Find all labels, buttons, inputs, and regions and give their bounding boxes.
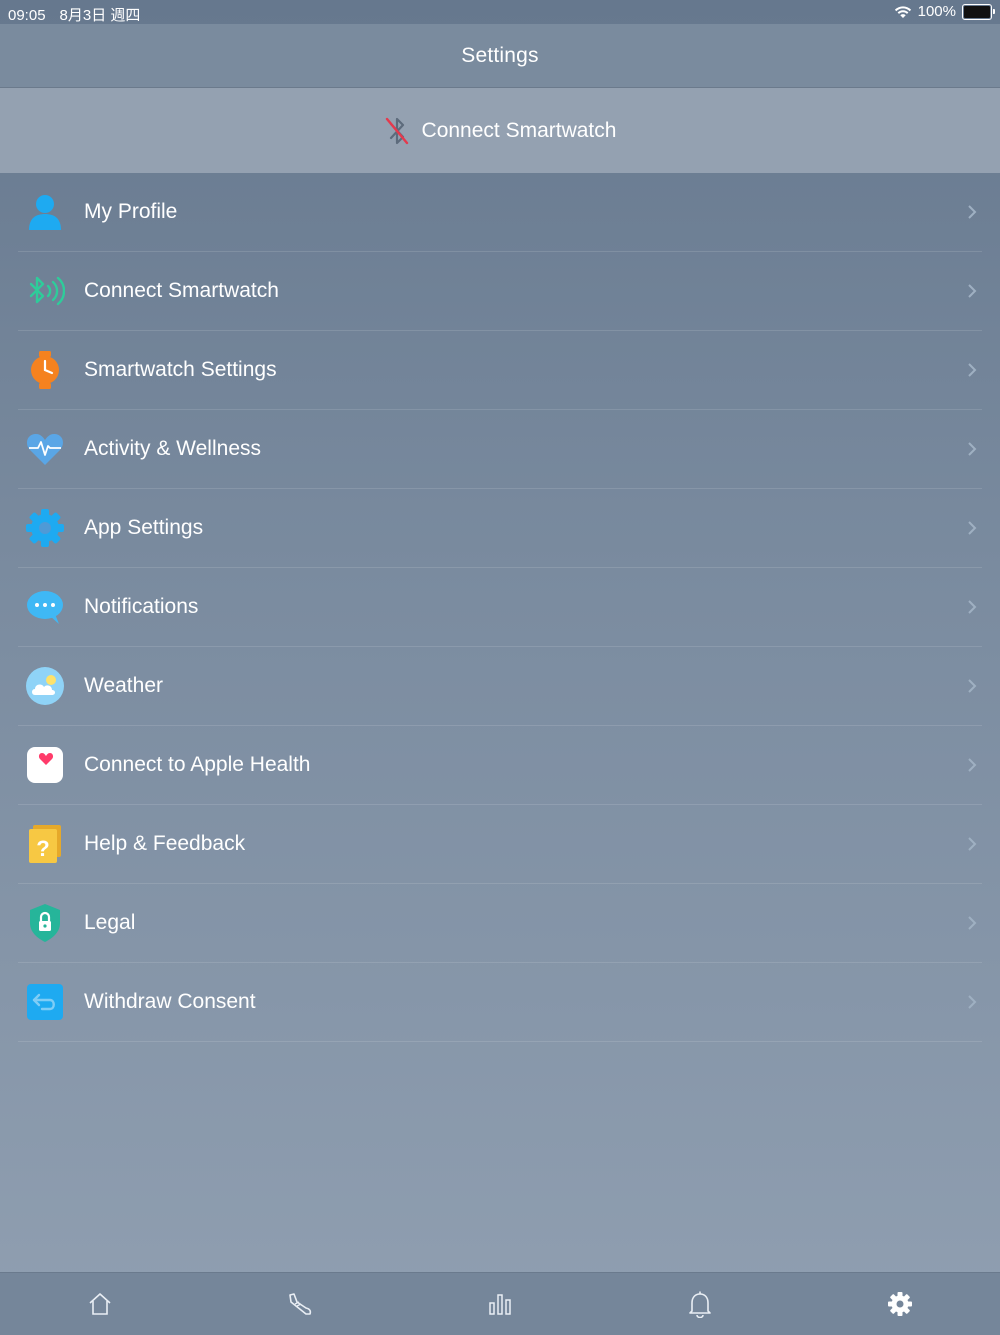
- shield-lock-icon: [25, 903, 65, 943]
- row-label: Weather: [84, 674, 163, 697]
- profile-icon: [25, 192, 65, 232]
- shoe-icon: [289, 1293, 312, 1315]
- settings-row-activity-wellness[interactable]: Activity & Wellness: [18, 410, 982, 489]
- tab-activity[interactable]: [209, 1273, 391, 1335]
- wifi-icon: [894, 5, 911, 18]
- settings-row-app-settings[interactable]: App Settings: [18, 489, 982, 568]
- heart-pulse-icon: [25, 429, 65, 469]
- weather-icon: [25, 666, 65, 706]
- gear-icon: [25, 508, 65, 548]
- apple-health-icon: [25, 745, 65, 785]
- chat-bubble-icon: [25, 587, 65, 627]
- tab-notifications[interactable]: [609, 1273, 791, 1335]
- screen: 09:05 8月3日 週四 100% Settings Connect Smart…: [0, 0, 1000, 1335]
- chevron-right-icon: [968, 995, 977, 1009]
- gear-icon: [888, 1292, 912, 1316]
- settings-row-smartwatch-settings[interactable]: Smartwatch Settings: [18, 331, 982, 410]
- svg-text:?: ?: [36, 836, 49, 861]
- chevron-right-icon: [968, 600, 977, 614]
- chevron-right-icon: [968, 758, 977, 772]
- help-book-icon: ?: [25, 824, 65, 864]
- bluetooth-disabled-icon: [385, 117, 408, 144]
- status-left: 09:05 8月3日 週四: [8, 4, 140, 25]
- row-label: Connect to Apple Health: [84, 753, 311, 776]
- tab-home[interactable]: [9, 1273, 191, 1335]
- settings-row-legal[interactable]: Legal: [18, 884, 982, 963]
- settings-row-withdraw-consent[interactable]: Withdraw Consent: [18, 963, 982, 1042]
- tab-stats[interactable]: [409, 1273, 591, 1335]
- chevron-right-icon: [968, 205, 977, 219]
- battery-icon: [962, 3, 995, 20]
- row-label: Withdraw Consent: [84, 990, 256, 1013]
- chevron-right-icon: [968, 284, 977, 298]
- status-bar: 09:05 8月3日 週四 100%: [0, 0, 1000, 24]
- settings-row-apple-health[interactable]: Connect to Apple Health: [18, 726, 982, 805]
- tab-bar: [0, 1272, 1000, 1335]
- undo-icon: [25, 982, 65, 1022]
- settings-row-weather[interactable]: Weather: [18, 647, 982, 726]
- row-label: Smartwatch Settings: [84, 358, 277, 381]
- chevron-right-icon: [968, 916, 977, 930]
- connect-smartwatch-banner[interactable]: Connect Smartwatch: [0, 88, 1000, 173]
- bluetooth-icon: [25, 271, 65, 311]
- battery-percent: 100%: [917, 3, 956, 20]
- page-title: Settings: [461, 43, 539, 67]
- chevron-right-icon: [968, 363, 977, 377]
- chevron-right-icon: [968, 521, 977, 535]
- row-label: Help & Feedback: [84, 832, 246, 855]
- chevron-right-icon: [968, 837, 977, 851]
- status-time: 09:05: [8, 7, 46, 24]
- settings-list: My Profile Connect Smartwatch Smartwatch…: [0, 173, 1000, 1042]
- status-right: 100%: [894, 3, 995, 20]
- home-icon: [89, 1293, 111, 1315]
- row-label: Activity & Wellness: [84, 437, 261, 460]
- banner-label: Connect Smartwatch: [421, 118, 617, 142]
- row-label: Connect Smartwatch: [84, 279, 279, 302]
- chevron-right-icon: [968, 679, 977, 693]
- row-label: Notifications: [84, 595, 199, 618]
- row-label: Legal: [84, 911, 136, 934]
- tab-settings[interactable]: [809, 1273, 991, 1335]
- bell-icon: [689, 1291, 711, 1318]
- row-label: App Settings: [84, 516, 204, 539]
- chevron-right-icon: [968, 442, 977, 456]
- settings-row-connect-smartwatch[interactable]: Connect Smartwatch: [18, 252, 982, 331]
- settings-row-notifications[interactable]: Notifications: [18, 568, 982, 647]
- settings-row-help-feedback[interactable]: ? Help & Feedback: [18, 805, 982, 884]
- nav-bar: Settings: [0, 24, 1000, 88]
- watch-icon: [25, 350, 65, 390]
- status-date: 8月3日 週四: [59, 7, 141, 24]
- row-label: My Profile: [84, 200, 178, 223]
- bar-chart-icon: [489, 1294, 511, 1315]
- settings-row-my-profile[interactable]: My Profile: [18, 173, 982, 252]
